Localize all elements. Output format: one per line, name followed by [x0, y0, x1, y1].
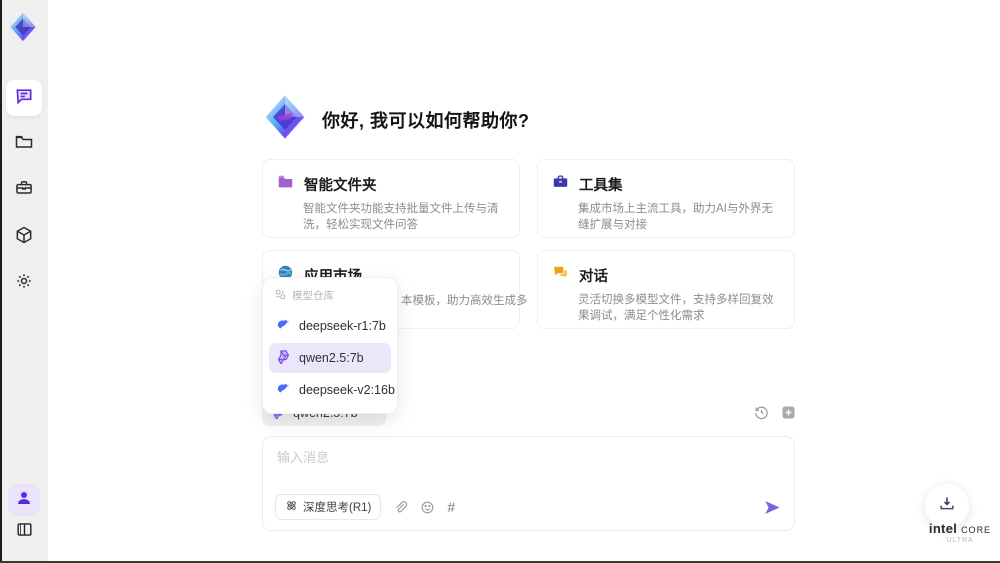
card-conversation[interactable]: 对话 灵活切换多模型文件，支持多样回复效果调试，满足个性化需求	[537, 250, 795, 329]
card-smart-folder[interactable]: 智能文件夹 智能文件夹功能支持批量文件上传与清洗，轻松实现文件问答	[262, 159, 520, 238]
sidebar-item-folders[interactable]	[6, 126, 42, 162]
core-wordmark: core	[961, 521, 992, 536]
repo-icon	[275, 289, 286, 303]
sidebar-item-settings[interactable]	[6, 265, 42, 301]
new-chat-icon[interactable]	[780, 404, 797, 421]
deepseek-icon	[276, 317, 291, 335]
user-icon	[15, 489, 33, 512]
sidebar-item-models[interactable]	[6, 219, 42, 255]
model-dropdown-header: 模型仓库	[269, 284, 391, 309]
sidebar-item-panel-toggle[interactable]	[8, 516, 40, 548]
gear-icon	[14, 271, 34, 296]
qwen-icon	[276, 349, 291, 367]
smart-folder-icon	[277, 173, 294, 195]
card-description: 本模板，助力高效生成多	[401, 295, 528, 307]
model-option-label: qwen2.5:7b	[299, 351, 364, 365]
panel-toggle-icon	[15, 520, 34, 544]
sidebar-item-toolbox[interactable]	[6, 172, 42, 208]
card-description: 智能文件夹功能支持批量文件上传与清洗，轻松实现文件问答	[303, 203, 499, 231]
chat-icon	[14, 86, 34, 111]
intel-sub-label: ULTRA	[946, 537, 974, 544]
download-icon	[937, 494, 957, 519]
toolset-icon	[552, 173, 569, 195]
window-edge-left	[0, 0, 2, 563]
model-option-qwen[interactable]: qwen2.5:7b	[269, 343, 391, 373]
emoji-icon[interactable]	[420, 500, 435, 515]
model-option-deepseek-v2[interactable]: deepseek-v2:16b	[269, 375, 395, 405]
intel-wordmark: intel	[928, 521, 958, 536]
card-title: 智能文件夹	[304, 177, 377, 194]
card-description: 集成市场上主流工具，助力AI与外界无缝扩展与对接	[578, 203, 773, 231]
card-title: 对话	[579, 268, 608, 285]
intel-core-branding: intel core ULTRA	[928, 521, 992, 544]
conversation-icon	[552, 264, 569, 286]
message-input[interactable]	[277, 447, 777, 487]
greeting-title: 你好, 我可以如何帮助你?	[322, 110, 530, 131]
atom-icon	[285, 499, 298, 515]
hash-icon[interactable]: #	[447, 499, 455, 515]
app-logo-icon	[8, 12, 38, 42]
composer-toolbar: 深度思考(R1) #	[275, 494, 782, 520]
composer-top-actions	[753, 404, 797, 421]
deep-think-button[interactable]: 深度思考(R1)	[275, 494, 382, 520]
deep-think-label: 深度思考(R1)	[303, 502, 372, 514]
card-toolset[interactable]: 工具集 集成市场上主流工具，助力AI与外界无缝扩展与对接	[537, 159, 795, 238]
sidebar	[0, 0, 48, 563]
toolbox-icon	[14, 178, 34, 203]
card-title: 工具集	[579, 177, 623, 194]
folder-icon	[14, 132, 34, 157]
attachment-icon[interactable]	[393, 500, 408, 515]
composer: 深度思考(R1) #	[262, 436, 795, 531]
sidebar-item-account[interactable]	[8, 484, 40, 516]
sidebar-item-chat[interactable]	[6, 80, 42, 116]
model-option-label: deepseek-v2:16b	[299, 383, 395, 397]
card-description: 灵活切换多模型文件，支持多样回复效果调试，满足个性化需求	[578, 294, 774, 322]
main-area: 你好, 我可以如何帮助你? 智能文件夹 智能文件夹功能支持批量文件上传与清洗，轻…	[48, 0, 1000, 563]
model-option-deepseek-r1[interactable]: deepseek-r1:7b	[269, 311, 391, 341]
model-dropdown-header-label: 模型仓库	[292, 290, 334, 302]
app-window: 你好, 我可以如何帮助你? 智能文件夹 智能文件夹功能支持批量文件上传与清洗，轻…	[0, 0, 1000, 563]
greeting-logo-icon	[262, 94, 308, 145]
model-dropdown: 模型仓库 deepseek-r1:7b qwen2.5:7b deepseek-…	[262, 277, 398, 414]
cube-icon	[14, 225, 34, 250]
greeting: 你好, 我可以如何帮助你?	[262, 94, 530, 145]
send-button[interactable]	[763, 498, 782, 517]
deepseek-icon	[276, 381, 291, 399]
model-option-label: deepseek-r1:7b	[299, 319, 386, 333]
history-icon[interactable]	[753, 404, 770, 421]
